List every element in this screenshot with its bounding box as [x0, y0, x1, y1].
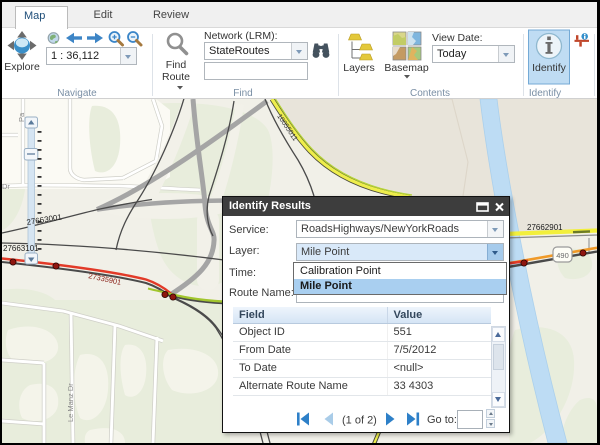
svg-text:Dr: Dr [2, 182, 10, 191]
svg-text:27662901: 27662901 [527, 223, 563, 232]
svg-text:27663101: 27663101 [3, 244, 39, 253]
svg-text:Identify: Identify [532, 62, 567, 74]
svg-text:(1 of 2): (1 of 2) [342, 415, 377, 427]
svg-text:Pa: Pa [17, 112, 26, 122]
svg-text:Le Manz Dr: Le Manz Dr [66, 383, 75, 422]
svg-text:490: 490 [556, 251, 569, 260]
